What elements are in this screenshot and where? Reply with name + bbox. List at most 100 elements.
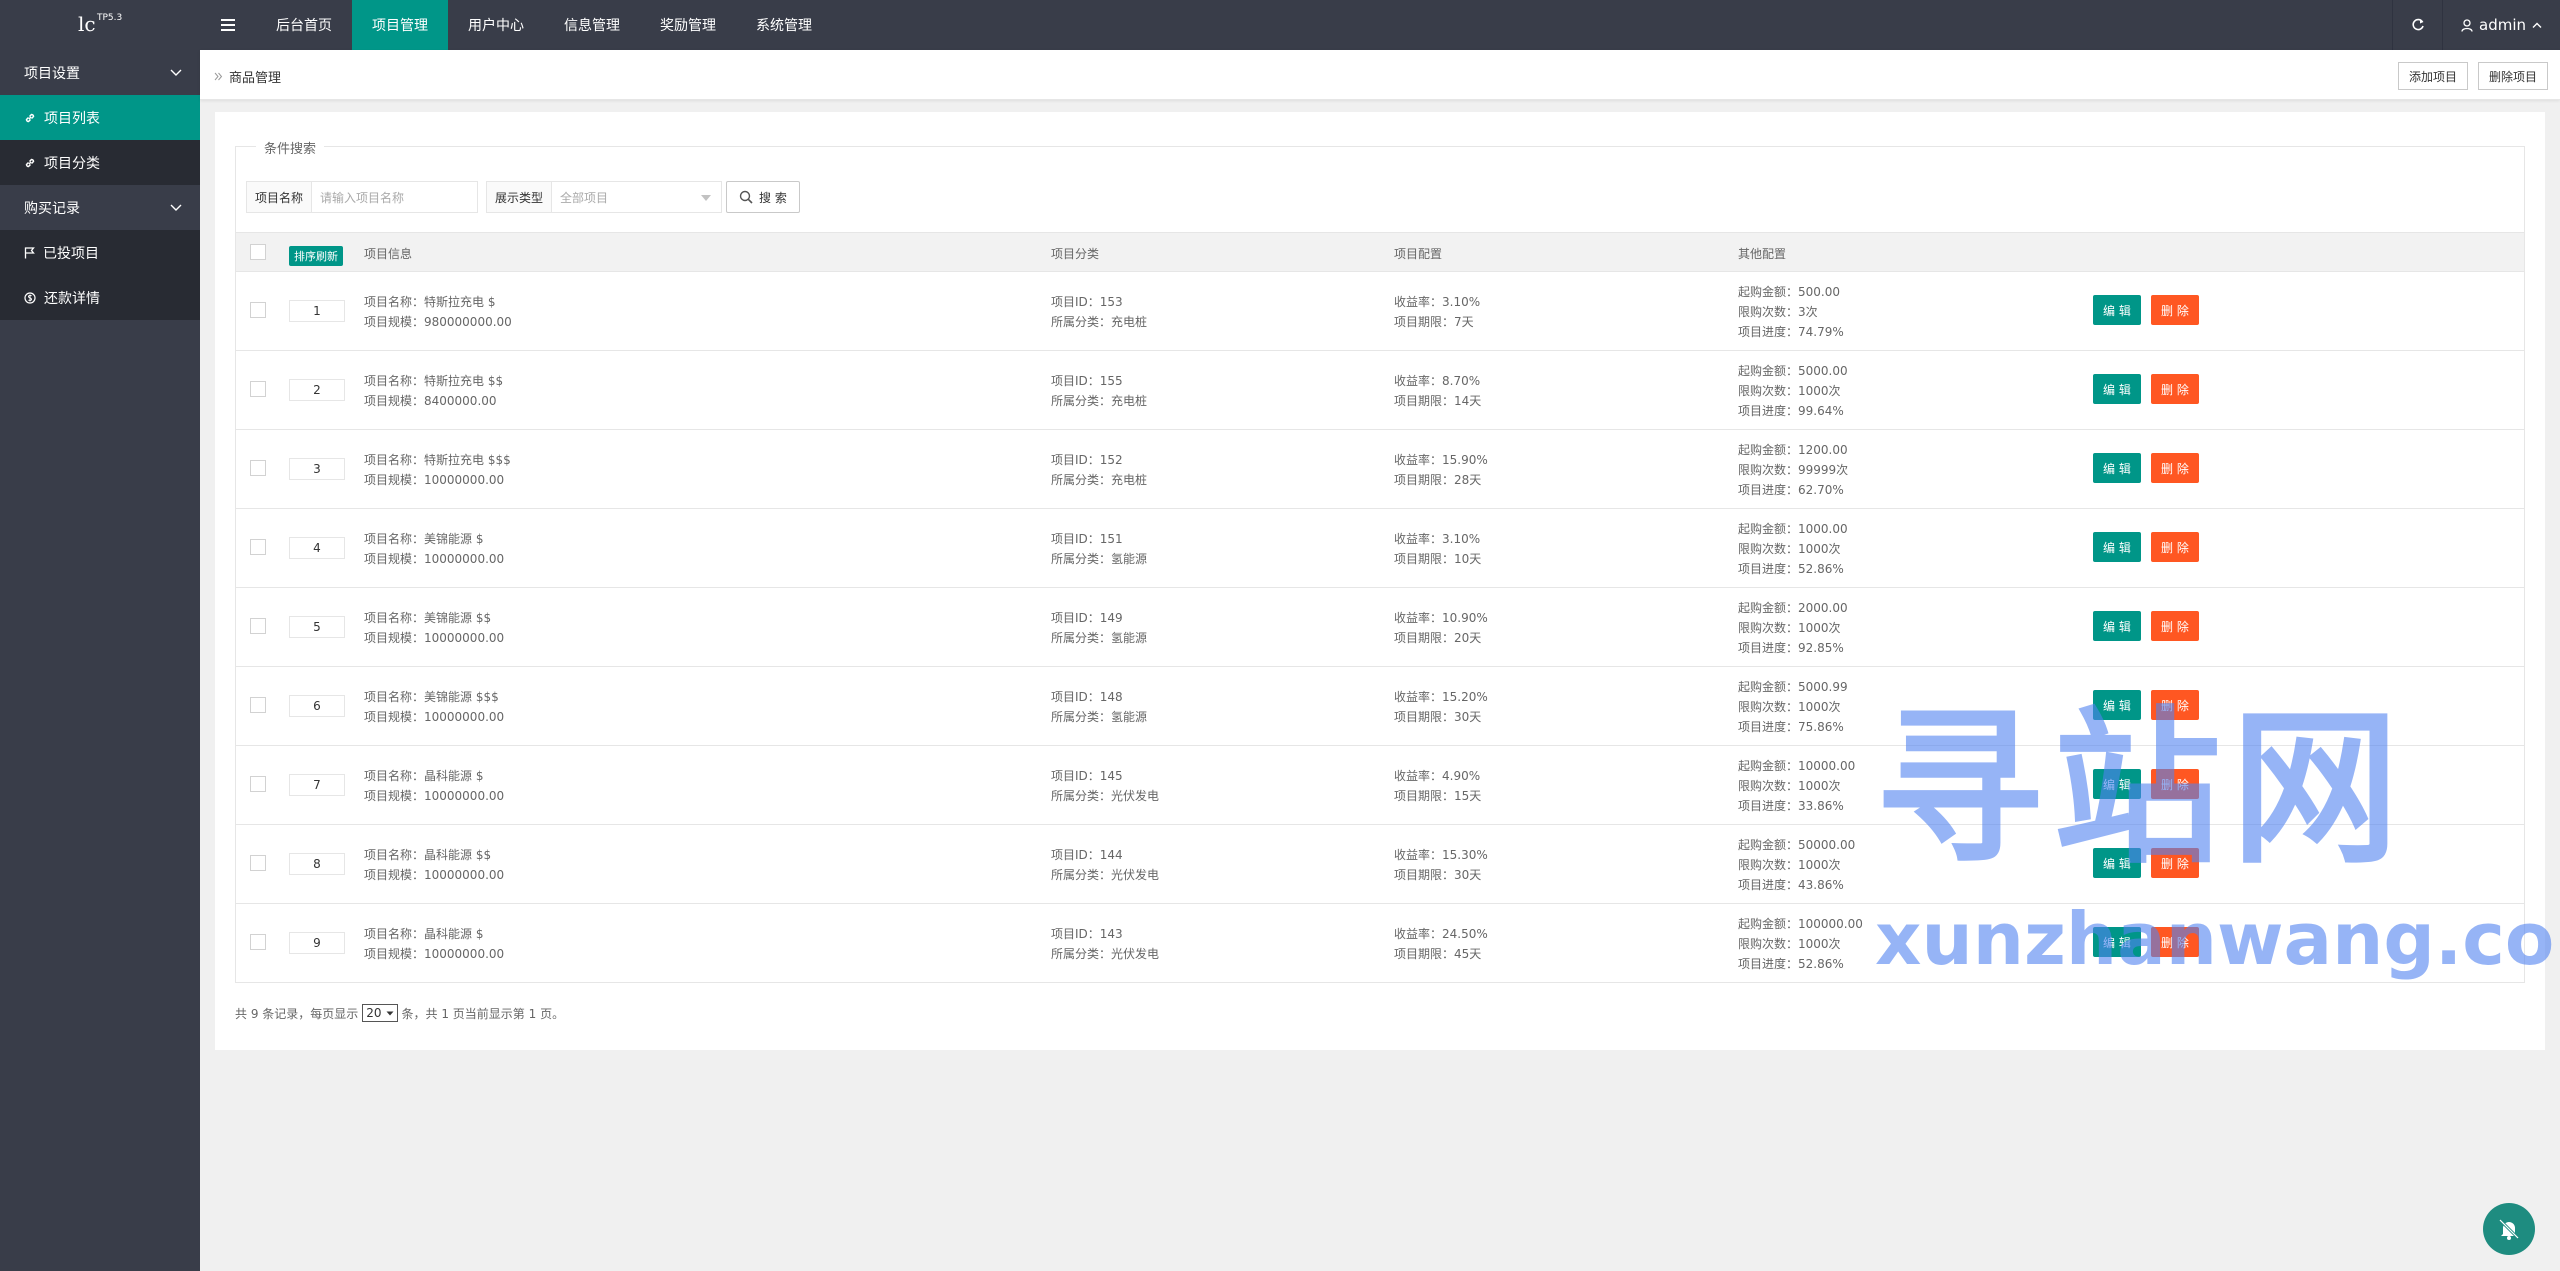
- project-id: 项目ID：143: [1051, 927, 1123, 941]
- delete-button[interactable]: 删 除: [2151, 374, 2199, 404]
- sort-order-input[interactable]: 5: [289, 616, 345, 638]
- project-config: 收益率：15.30% 项目期限：30天: [1394, 845, 1488, 885]
- delete-button[interactable]: 删 除: [2151, 611, 2199, 641]
- row-checkbox[interactable]: [250, 539, 266, 555]
- project-config: 收益率：24.50% 项目期限：45天: [1394, 924, 1488, 964]
- sidebar-item-invested[interactable]: 已投项目: [0, 230, 200, 275]
- row-checkbox[interactable]: [250, 460, 266, 476]
- nav-user-center[interactable]: 用户中心: [448, 0, 544, 50]
- row-checkbox[interactable]: [250, 618, 266, 634]
- sort-order-input[interactable]: 4: [289, 537, 345, 559]
- row-checkbox[interactable]: [250, 697, 266, 713]
- project-rate: 收益率：3.10%: [1394, 295, 1481, 309]
- edit-button[interactable]: 编 辑: [2093, 532, 2141, 562]
- project-limit: 限购次数：3次: [1738, 305, 1818, 319]
- name-search-input[interactable]: 请输入项目名称: [312, 182, 477, 212]
- row-checkbox[interactable]: [250, 776, 266, 792]
- sort-order-input[interactable]: 2: [289, 379, 345, 401]
- edit-button[interactable]: 编 辑: [2093, 927, 2141, 957]
- sort-refresh-button[interactable]: 排序刷新: [289, 246, 343, 266]
- project-term: 项目期限：28天: [1394, 473, 1482, 487]
- sort-order-input[interactable]: 8: [289, 853, 345, 875]
- project-cat: 所属分类：氢能源: [1051, 552, 1148, 566]
- chevron-down-icon: [170, 69, 182, 76]
- project-cat: 所属分类：光伏发电: [1051, 947, 1160, 961]
- project-category: 项目ID：145 所属分类：光伏发电: [1051, 766, 1159, 806]
- delete-project-button[interactable]: 删除项目: [2477, 62, 2548, 90]
- search-button[interactable]: 搜 索: [726, 181, 800, 213]
- nav-home[interactable]: 后台首页: [256, 0, 352, 50]
- edit-button[interactable]: 编 辑: [2093, 374, 2141, 404]
- sort-order-input[interactable]: 6: [289, 695, 345, 717]
- project-category: 项目ID：152 所属分类：充电桩: [1051, 450, 1147, 490]
- project-scale: 项目规模：10000000.00: [364, 710, 505, 724]
- user-menu[interactable]: admin: [2442, 0, 2560, 50]
- project-cat: 所属分类：光伏发电: [1051, 789, 1160, 803]
- edit-button[interactable]: 编 辑: [2093, 690, 2141, 720]
- project-scale: 项目规模：10000000.00: [364, 631, 505, 645]
- delete-button[interactable]: 删 除: [2151, 927, 2199, 957]
- table-body: 1 项目名称：特斯拉充电 $ 项目规模：980000000.00 项目ID：153 所属…: [235, 272, 2525, 983]
- edit-button[interactable]: 编 辑: [2093, 295, 2141, 325]
- row-checkbox[interactable]: [250, 855, 266, 871]
- sort-order-input[interactable]: 3: [289, 458, 345, 480]
- row-checkbox[interactable]: [250, 934, 266, 950]
- sidebar-item-repayment[interactable]: 还款详情: [0, 275, 200, 320]
- row-checkbox[interactable]: [250, 381, 266, 397]
- sort-order-input[interactable]: 7: [289, 774, 345, 796]
- flag-icon: [24, 246, 35, 258]
- pager-prefix: 共 9 条记录，每页显示: [235, 1006, 359, 1021]
- project-cat: 所属分类：光伏发电: [1051, 868, 1160, 882]
- project-table: 排序刷新 项目信息 项目分类 项目配置 其他配置 1 项目名称：特斯拉充电 $ 项目…: [235, 232, 2525, 983]
- refresh-icon[interactable]: [2392, 0, 2442, 50]
- table-row: 9 项目名称：晶科能源 $ 项目规模：10000000.00 项目ID：143 所属分类…: [235, 904, 2525, 983]
- project-id: 项目ID：155: [1051, 374, 1123, 388]
- sidebar-group-label: 项目设置: [24, 65, 80, 82]
- page-size-select[interactable]: 20: [362, 1004, 398, 1022]
- project-other: 起购金额：5000.99 限购次数：1000次 项目进度：75.86%: [1738, 677, 1848, 737]
- delete-button[interactable]: 删 除: [2151, 690, 2199, 720]
- type-select[interactable]: 全部项目: [552, 182, 721, 212]
- link-icon: [25, 113, 35, 122]
- delete-button[interactable]: 删 除: [2151, 848, 2199, 878]
- nav-system-management[interactable]: 系统管理: [736, 0, 832, 50]
- delete-button[interactable]: 删 除: [2151, 532, 2199, 562]
- project-id: 项目ID：144: [1051, 848, 1123, 862]
- floating-action-button[interactable]: [2483, 1203, 2535, 1255]
- edit-button[interactable]: 编 辑: [2093, 453, 2141, 483]
- project-info: 项目名称：美锦能源 $$$ 项目规模：10000000.00: [364, 687, 504, 727]
- delete-button[interactable]: 删 除: [2151, 453, 2199, 483]
- row-checkbox[interactable]: [250, 302, 266, 318]
- project-category: 项目ID：148 所属分类：氢能源: [1051, 687, 1147, 727]
- logo-version: TP5.3: [97, 13, 123, 23]
- delete-button[interactable]: 删 除: [2151, 295, 2199, 325]
- sidebar-group-project-settings[interactable]: 项目设置: [0, 50, 200, 95]
- nav-project-management[interactable]: 项目管理: [352, 0, 448, 50]
- edit-button[interactable]: 编 辑: [2093, 769, 2141, 799]
- search-icon: [739, 190, 753, 204]
- delete-button[interactable]: 删 除: [2151, 769, 2199, 799]
- project-min-amount: 起购金额：5000.99: [1738, 680, 1848, 694]
- sidebar-item-project-category[interactable]: 项目分类: [0, 140, 200, 185]
- project-limit: 限购次数：1000次: [1738, 937, 1841, 951]
- search-legend: 条件搜索: [256, 138, 325, 157]
- project-info: 项目名称：特斯拉充电 $$$ 项目规模：10000000.00: [364, 450, 511, 490]
- double-chevron-right-icon: [214, 72, 223, 81]
- project-category: 项目ID：143 所属分类：光伏发电: [1051, 924, 1159, 964]
- project-term: 项目期限：20天: [1394, 631, 1482, 645]
- sidebar-item-project-list[interactable]: 项目列表: [0, 95, 200, 140]
- project-rate: 收益率：24.50%: [1394, 927, 1488, 941]
- sort-order-input[interactable]: 9: [289, 932, 345, 954]
- sidebar-group-purchase-records[interactable]: 购买记录: [0, 185, 200, 230]
- menu-toggle-icon[interactable]: [200, 0, 256, 50]
- sort-order-input[interactable]: 1: [289, 300, 345, 322]
- sidebar-item-label: 项目列表: [44, 110, 100, 127]
- nav-reward-management[interactable]: 奖励管理: [640, 0, 736, 50]
- project-progress: 项目进度：75.86%: [1738, 720, 1844, 734]
- edit-button[interactable]: 编 辑: [2093, 611, 2141, 641]
- add-project-button[interactable]: 添加项目: [2397, 62, 2468, 90]
- select-all-checkbox[interactable]: [250, 244, 266, 260]
- table-row: 7 项目名称：晶科能源 $ 项目规模：10000000.00 项目ID：145 所属分类…: [235, 746, 2525, 825]
- nav-info-management[interactable]: 信息管理: [544, 0, 640, 50]
- edit-button[interactable]: 编 辑: [2093, 848, 2141, 878]
